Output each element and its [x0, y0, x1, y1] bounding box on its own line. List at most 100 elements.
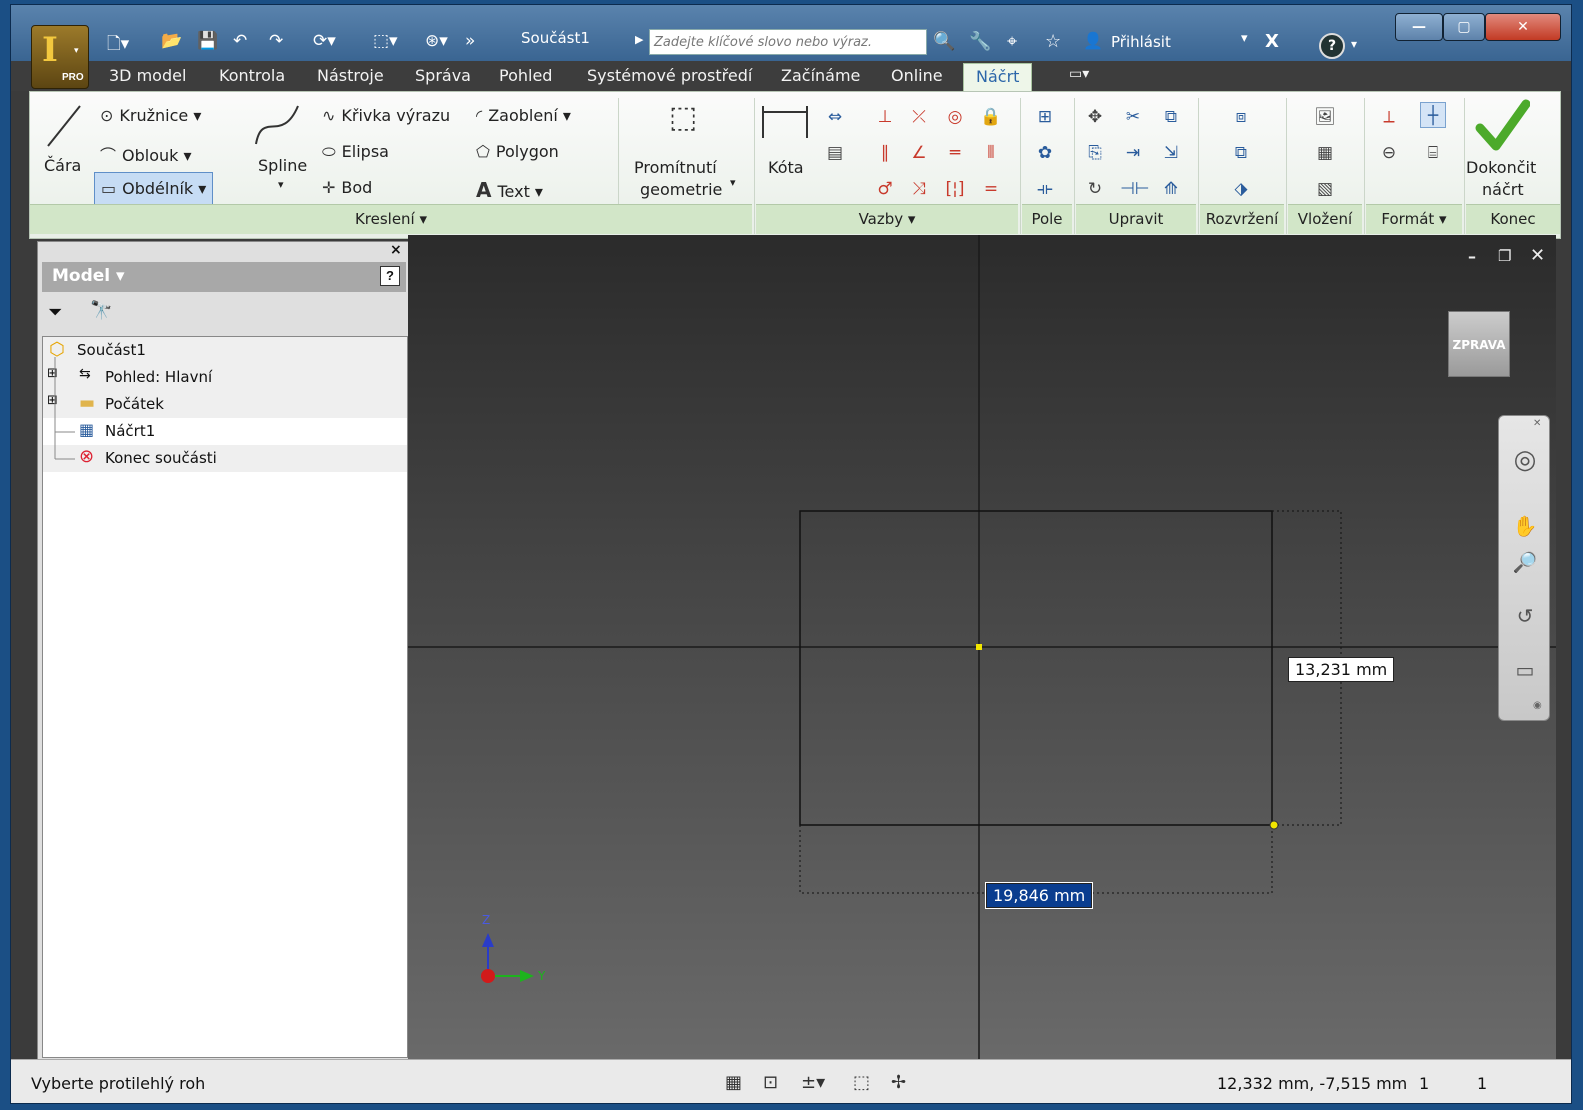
- checkmark-icon[interactable]: [1474, 98, 1531, 154]
- vertical-constraint-icon[interactable]: ⫴: [978, 140, 1004, 166]
- dimension-width-input[interactable]: 19,846 mm: [984, 882, 1094, 909]
- circular-pattern-icon[interactable]: ✿: [1032, 140, 1058, 166]
- driven-dimension-icon[interactable]: ⌸: [1420, 140, 1446, 166]
- tree-node-view[interactable]: ⊞ ⇆ Pohled: Hlavní: [43, 364, 407, 391]
- wrench-icon[interactable]: 🔧: [969, 31, 991, 52]
- panel-vlozeni[interactable]: Vložení: [1288, 204, 1362, 234]
- undo-icon[interactable]: ↶: [233, 31, 247, 51]
- spline-icon[interactable]: [252, 100, 302, 150]
- stretch-icon[interactable]: ⇲: [1158, 140, 1184, 166]
- sketch-inference-icon[interactable]: ✢: [891, 1072, 906, 1093]
- tree-node-end-of-part[interactable]: ⊗ Konec součásti: [43, 445, 407, 472]
- steering-wheel-icon[interactable]: ◎: [1511, 446, 1539, 474]
- appearance-icon[interactable]: ⊛▾: [425, 31, 448, 51]
- scale-icon[interactable]: ⧉: [1158, 104, 1184, 130]
- panel-toggle-icon[interactable]: ▭▾: [1069, 66, 1089, 82]
- show-constraints-icon[interactable]: ▤: [822, 140, 848, 166]
- redo-icon[interactable]: ↷: [269, 31, 283, 51]
- tab-sprava[interactable]: Správa: [415, 66, 471, 85]
- line-icon[interactable]: [44, 100, 84, 150]
- update-icon[interactable]: ⟳▾: [313, 31, 336, 51]
- make-part-icon[interactable]: ⧈: [1228, 104, 1254, 130]
- coincident-constraint-icon[interactable]: ⤫: [906, 104, 932, 130]
- tree-node-part[interactable]: ⬡ Součást1: [43, 337, 407, 364]
- auto-dimension-icon[interactable]: ⇔: [822, 104, 848, 130]
- signin-link[interactable]: Přihlásit: [1111, 33, 1171, 51]
- zoom-icon[interactable]: 🔎: [1511, 548, 1539, 576]
- text-button[interactable]: A Text ▾: [476, 178, 543, 202]
- centerpoint-icon[interactable]: ┼: [1420, 102, 1446, 128]
- filter-icon[interactable]: ⏷: [48, 302, 62, 323]
- copy-icon[interactable]: ⎘: [1082, 140, 1108, 166]
- search-input[interactable]: Zadejte klíčové slovo nebo výraz.: [649, 29, 927, 55]
- offset-icon[interactable]: ⟰: [1158, 176, 1184, 202]
- navbar-close-icon[interactable]: ✕: [1533, 418, 1541, 429]
- browser-help-button[interactable]: ?: [380, 266, 400, 286]
- tab-pohled[interactable]: Pohled: [499, 66, 552, 85]
- tab-online[interactable]: Online: [891, 66, 943, 85]
- concentric-constraint-icon[interactable]: ◎: [942, 104, 968, 130]
- centerline-icon[interactable]: ⊖: [1376, 140, 1402, 166]
- close-button[interactable]: ✕: [1485, 13, 1561, 41]
- project-geometry-button[interactable]: Promítnutí: [634, 158, 717, 177]
- tree-node-sketch[interactable]: ▦ Náčrt1: [43, 418, 407, 445]
- rotate-icon[interactable]: ↻: [1082, 176, 1108, 202]
- circle-button[interactable]: ⊙ Kružnice ▾: [100, 106, 201, 125]
- mirror-icon[interactable]: ⟛: [1032, 176, 1058, 202]
- help-button[interactable]: ?: [1319, 33, 1345, 59]
- tab-nacrt[interactable]: Náčrt: [963, 63, 1033, 91]
- panel-rozvrzeni[interactable]: Rozvržení: [1200, 204, 1284, 234]
- tab-systemove-prostredi[interactable]: Systémové prostředí: [587, 66, 752, 85]
- minimize-button[interactable]: —: [1395, 13, 1443, 41]
- dimension-button[interactable]: Kóta: [768, 158, 804, 177]
- pan-icon[interactable]: ✋: [1511, 512, 1539, 540]
- panel-upravit[interactable]: Upravit: [1076, 204, 1196, 234]
- symmetric-constraint-icon[interactable]: [¦]: [942, 176, 968, 202]
- more-icon[interactable]: »: [465, 31, 475, 51]
- horizontal-constraint-icon[interactable]: ═: [942, 140, 968, 166]
- help-dropdown-icon[interactable]: ▾: [1351, 37, 1357, 51]
- navbar-menu-icon[interactable]: ◉: [1533, 700, 1542, 711]
- tab-zaciname[interactable]: Začínáme: [781, 66, 860, 85]
- save-icon[interactable]: 💾: [197, 31, 218, 51]
- tree-node-origin[interactable]: ⊞ ▬ Počátek: [43, 391, 407, 418]
- point-button[interactable]: ✛ Bod: [322, 178, 372, 197]
- dimension-display-icon[interactable]: ±▾: [801, 1072, 825, 1093]
- open-icon[interactable]: 📂: [161, 31, 182, 51]
- application-menu-button[interactable]: I ▾ PRO: [31, 25, 89, 89]
- move-icon[interactable]: ✥: [1082, 104, 1108, 130]
- insert-acad-icon[interactable]: ▧: [1312, 176, 1338, 202]
- finish-sketch-button-line2[interactable]: náčrt: [1482, 180, 1524, 199]
- equation-curve-button[interactable]: ∿ Křivka výrazu: [322, 106, 450, 125]
- close-icon[interactable]: ×: [390, 242, 402, 258]
- binoculars-icon[interactable]: 🔍: [933, 31, 955, 52]
- create-block-icon[interactable]: ⬗: [1228, 176, 1254, 202]
- maximize-button[interactable]: ▢: [1443, 13, 1485, 41]
- tab-kontrola[interactable]: Kontrola: [219, 66, 285, 85]
- star-icon[interactable]: ☆: [1045, 31, 1061, 52]
- sketch-canvas[interactable]: [408, 235, 1556, 1063]
- viewcube[interactable]: ZPRAVA: [1448, 311, 1510, 377]
- panel-pole[interactable]: Pole: [1022, 204, 1072, 234]
- rectangle-button[interactable]: ▭ Obdélník ▾: [94, 172, 214, 206]
- tab-3d-model[interactable]: 3D model: [109, 66, 186, 85]
- signin-dropdown-icon[interactable]: ▾: [1241, 31, 1248, 46]
- equal-constraint-icon[interactable]: =: [978, 176, 1004, 202]
- dimension-icon[interactable]: [760, 102, 810, 142]
- browser-header[interactable]: Model ▾: [42, 262, 406, 292]
- insert-points-icon[interactable]: ▦: [1312, 140, 1338, 166]
- tab-nastroje[interactable]: Nástroje: [317, 66, 384, 85]
- tangent-constraint-icon[interactable]: ∠: [906, 140, 932, 166]
- polygon-button[interactable]: ⬠ Polygon: [476, 142, 559, 161]
- parallel-constraint-icon[interactable]: ∥: [872, 140, 898, 166]
- satellite-icon[interactable]: ⌖: [1007, 31, 1017, 52]
- new-icon[interactable]: 🗋▾: [107, 31, 129, 60]
- spline-button[interactable]: Spline: [258, 156, 307, 175]
- project-dropdown-icon[interactable]: ▾: [730, 176, 736, 189]
- fillet-button[interactable]: ◜ Zaoblení ▾: [476, 106, 571, 125]
- fix-constraint-icon[interactable]: 🔒: [978, 104, 1004, 130]
- exchange-icon[interactable]: X: [1265, 31, 1279, 52]
- extend-icon[interactable]: ⇥: [1120, 140, 1146, 166]
- trim-icon[interactable]: ✂: [1120, 104, 1146, 130]
- constraint-inference-icon[interactable]: ⊡: [763, 1072, 778, 1093]
